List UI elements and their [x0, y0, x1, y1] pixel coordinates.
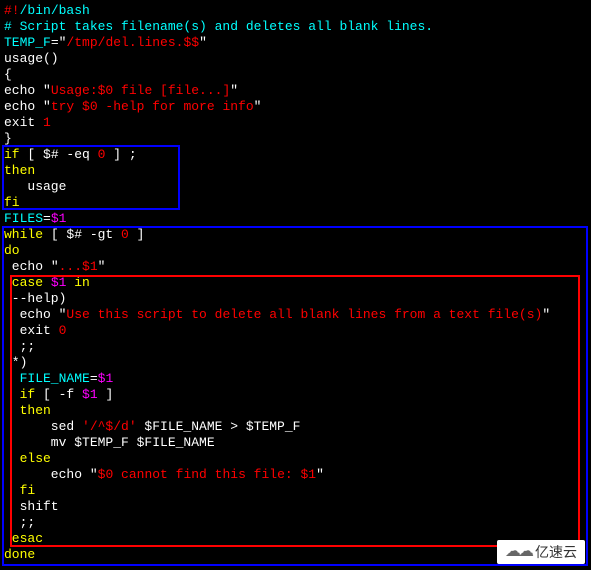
quote: ": [254, 99, 262, 114]
do-keyword: do: [4, 243, 20, 258]
quote: ": [43, 83, 51, 98]
echo-cmd: echo: [4, 259, 51, 274]
fi-keyword: fi: [4, 483, 35, 498]
test-close: ]: [98, 387, 114, 402]
test-close: ] ;: [105, 147, 136, 162]
var-filename: FILE_NAME: [4, 371, 90, 386]
if-keyword: if: [4, 387, 35, 402]
code-block: #!/bin/bash # Script takes filename(s) a…: [0, 0, 591, 566]
string-help: Use this script to delete all blank line…: [66, 307, 542, 322]
quote: ": [51, 259, 59, 274]
test-expr: [ $# -eq: [20, 147, 98, 162]
quote: ": [90, 467, 98, 482]
var-ref: $1: [98, 371, 114, 386]
assign-op: =: [90, 371, 98, 386]
quote: ": [542, 307, 550, 322]
string-try: try $0 -help for more info: [51, 99, 254, 114]
sed-cmd: sed: [4, 419, 82, 434]
esac-keyword: esac: [4, 531, 43, 546]
echo-cmd: echo: [4, 99, 43, 114]
exit-code: 0: [59, 323, 67, 338]
usage-call: usage: [4, 179, 66, 194]
shebang-path: /bin/bash: [20, 3, 90, 18]
var-ref: $1: [82, 387, 98, 402]
case-end: ;;: [4, 515, 35, 530]
else-keyword: else: [4, 451, 51, 466]
assign-op: =: [51, 35, 59, 50]
var-tempf: TEMP_F: [4, 35, 51, 50]
watermark-badge: ☁☁ 亿速云: [497, 540, 585, 564]
string-usage: Usage:$0 file [file...]: [51, 83, 230, 98]
test-close: ]: [129, 227, 145, 242]
done-keyword: done: [4, 547, 35, 562]
num-zero: 0: [121, 227, 129, 242]
brace-close: }: [4, 131, 12, 146]
echo-cmd: echo: [4, 307, 59, 322]
in-keyword: in: [66, 275, 89, 290]
exit-code: 1: [43, 115, 51, 130]
case-help: --help): [4, 291, 66, 306]
exit-cmd: exit: [4, 115, 43, 130]
cloud-icon: ☁☁: [505, 544, 531, 560]
var-files: FILES: [4, 211, 43, 226]
case-default: *): [4, 355, 27, 370]
brace-open: {: [4, 67, 12, 82]
if-keyword: if: [4, 147, 20, 162]
string-path: /tmp/del.lines.$$: [66, 35, 199, 50]
test-expr: [ -f: [35, 387, 82, 402]
quote: ": [43, 99, 51, 114]
shebang-hash: #!: [4, 3, 20, 18]
var-ref: $1: [51, 211, 67, 226]
then-keyword: then: [4, 163, 35, 178]
var-ref: $1: [51, 275, 67, 290]
string-dots: ...$1: [59, 259, 98, 274]
watermark-text: 亿速云: [535, 544, 577, 560]
quote: ": [230, 83, 238, 98]
quote: ": [199, 35, 207, 50]
test-expr: [ $# -gt: [43, 227, 121, 242]
shift-cmd: shift: [4, 499, 59, 514]
sed-pattern: '/^$/d': [82, 419, 137, 434]
exit-cmd: exit: [4, 323, 59, 338]
while-keyword: while: [4, 227, 43, 242]
func-usage: usage(): [4, 51, 59, 66]
mv-cmd: mv $TEMP_F $FILE_NAME: [4, 435, 215, 450]
fi-keyword: fi: [4, 195, 20, 210]
quote: ": [316, 467, 324, 482]
case-end: ;;: [4, 339, 35, 354]
quote: ": [98, 259, 106, 274]
echo-cmd: echo: [4, 83, 43, 98]
echo-cmd: echo: [4, 467, 90, 482]
case-keyword: case: [4, 275, 51, 290]
sed-args: $FILE_NAME > $TEMP_F: [137, 419, 301, 434]
then-keyword: then: [4, 403, 51, 418]
assign-op: =: [43, 211, 51, 226]
comment-line: # Script takes filename(s) and deletes a…: [4, 19, 433, 34]
string-notfound: $0 cannot find this file: $1: [98, 467, 316, 482]
